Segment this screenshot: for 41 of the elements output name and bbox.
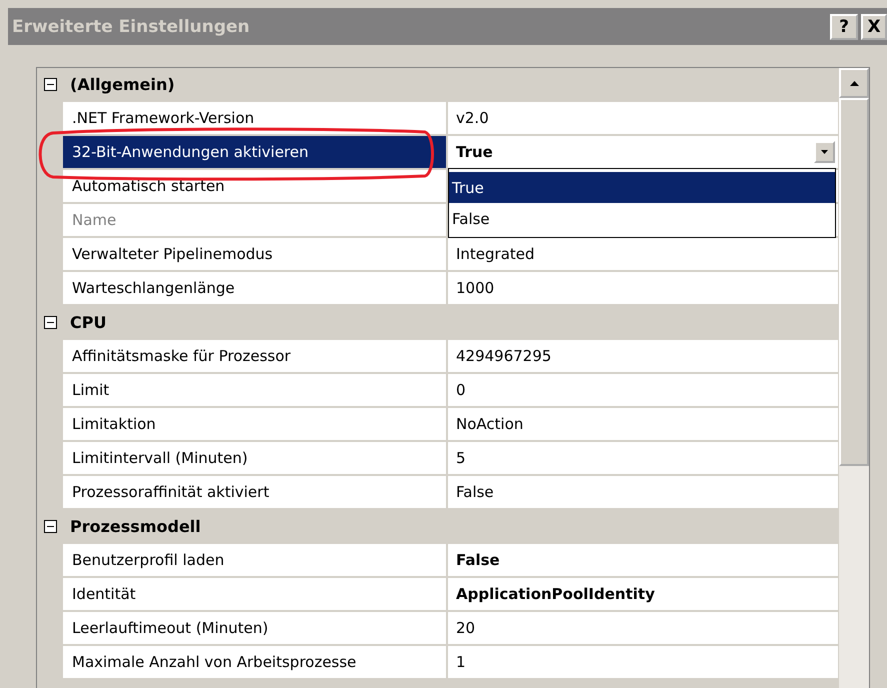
dropdown-button[interactable]: [814, 141, 835, 163]
property-value[interactable]: 1000: [448, 272, 838, 306]
category-name: Prozessmodell: [69, 517, 201, 536]
property-name[interactable]: Identität: [63, 578, 448, 612]
property-name[interactable]: Maximale Anzahl von Arbeitsprozesse: [63, 646, 448, 680]
collapse-icon[interactable]: [44, 78, 56, 91]
property-name[interactable]: Limitaktion: [63, 408, 448, 442]
property-value[interactable]: False: [448, 476, 838, 510]
category-name: (Allgemein): [69, 75, 175, 94]
property-name[interactable]: 32-Bit-Anwendungen aktivieren: [63, 136, 448, 170]
property-name[interactable]: .NET Framework-Version: [63, 102, 448, 136]
scroll-up-button[interactable]: [839, 68, 869, 98]
property-name[interactable]: Warteschlangenlänge: [63, 272, 448, 306]
property-name[interactable]: Benutzerprofil laden: [63, 544, 448, 578]
property-value[interactable]: 0: [448, 374, 838, 408]
property-name[interactable]: Prozessoraffinität aktiviert: [63, 476, 448, 510]
property-value[interactable]: 5: [448, 442, 838, 476]
property-name[interactable]: Affinitätsmaske für Prozessor: [63, 340, 448, 374]
help-button[interactable]: ?: [830, 14, 858, 40]
property-value[interactable]: Integrated: [448, 238, 838, 272]
property-value[interactable]: False: [448, 544, 838, 578]
collapse-icon[interactable]: [44, 520, 56, 533]
caret-icon: [821, 150, 828, 154]
property-value[interactable]: 20: [448, 612, 838, 646]
property-name[interactable]: Limit: [63, 374, 448, 408]
category-name: CPU: [69, 313, 106, 332]
collapse-icon[interactable]: [44, 316, 56, 329]
property-value[interactable]: NoAction: [448, 408, 838, 442]
up-arrow-icon: [850, 80, 858, 86]
property-value[interactable]: 1: [448, 646, 838, 680]
property-value[interactable]: 4294967295: [448, 340, 838, 374]
dropdown-option[interactable]: True: [449, 172, 835, 203]
property-name[interactable]: Automatisch starten: [63, 170, 448, 204]
close-button[interactable]: X: [861, 14, 887, 40]
scroll-thumb[interactable]: [839, 98, 869, 466]
window-title: Erweiterte Einstellungen: [12, 16, 251, 36]
property-value[interactable]: ApplicationPoolIdentity: [448, 578, 838, 612]
property-name[interactable]: Leerlauftimeout (Minuten): [63, 612, 448, 646]
property-name[interactable]: Verwalteter Pipelinemodus: [63, 238, 448, 272]
property-name[interactable]: Limitintervall (Minuten): [63, 442, 448, 476]
property-value[interactable]: v2.0: [448, 102, 838, 136]
